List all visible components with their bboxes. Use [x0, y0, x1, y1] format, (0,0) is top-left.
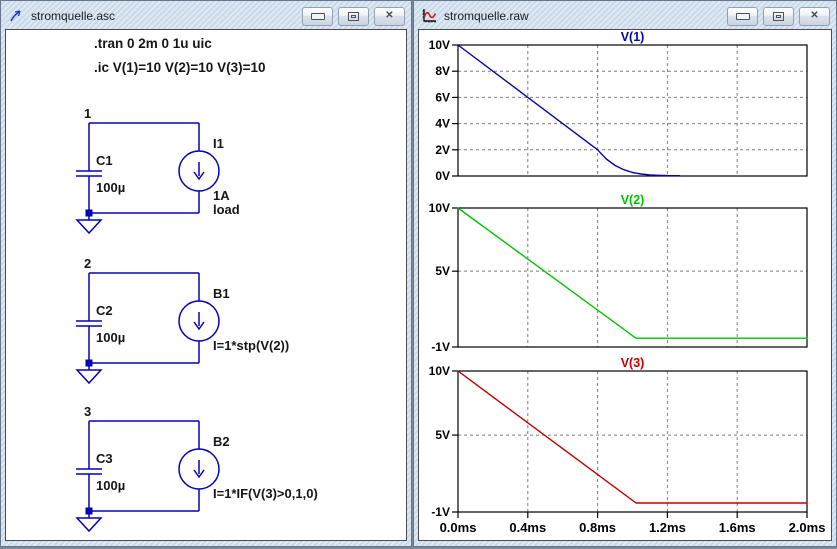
plot-frame [457, 44, 808, 177]
source-value: I=1*IF(V(3)>0,1,0) [213, 486, 318, 501]
circuit-3: 3 C3 100µ B2 I=1*IF(V(3)>0,1,0) [75, 404, 318, 533]
y-tick-label: 10V [429, 364, 450, 378]
trace-title: V(1) [621, 30, 645, 44]
circuit-1: 1 C1 100µ I1 1Aload [75, 106, 240, 235]
plot-frame [457, 370, 808, 513]
plot-panel-V(3)[interactable]: V(3) -1V 5V 10V 0.0ms 0.4ms 0.8ms 1.2ms 1.6ms 2.0… [429, 356, 826, 535]
source-name: I1 [213, 136, 224, 151]
x-tick-label: 0.0ms [440, 520, 477, 535]
minimize-icon [735, 12, 750, 20]
source-name: B2 [213, 434, 230, 449]
waveform-window-controls: ✕ [727, 6, 830, 26]
x-tick-label: 1.2ms [649, 520, 686, 535]
capacitor-name: C2 [96, 303, 113, 318]
waveform-canvas[interactable]: V(1) 0V 2V 4V 6V 8V 10V V(2) -1V 5V 10V V(3) -1V 5V 10… [418, 29, 832, 541]
schematic-window-controls: ✕ [302, 6, 405, 26]
y-tick-label: 0V [435, 169, 450, 183]
close-icon: ✕ [810, 10, 819, 21]
schematic-titlebar[interactable]: stromquelle.asc ✕ [1, 1, 411, 29]
schematic-restore-button[interactable] [338, 6, 369, 26]
node-label: 1 [84, 106, 91, 121]
waveform-app-icon [421, 8, 438, 24]
spice-directive: .tran 0 2m 0 1u uic [94, 36, 212, 51]
y-tick-label: 2V [435, 143, 450, 157]
x-tick-label: 0.4ms [509, 520, 546, 535]
circuit-2: 2 C2 100µ B1 I=1*stp(V(2)) [75, 256, 289, 385]
schematic-drawing: .tran 0 2m 0 1u uic .ic V(1)=10 V(2)=10 V… [75, 36, 318, 533]
x-tick-label: 0.8ms [579, 520, 616, 535]
waveform-restore-button[interactable] [763, 6, 794, 26]
y-tick-label: 10V [429, 201, 450, 215]
waveform-titlebar[interactable]: stromquelle.raw ✕ [414, 1, 836, 29]
schematic-canvas[interactable]: .tran 0 2m 0 1u uic .ic V(1)=10 V(2)=10 V… [5, 29, 407, 541]
source-extra-label: load [213, 202, 240, 217]
trace-V(2) [457, 207, 808, 339]
y-tick-label: 4V [435, 117, 450, 131]
waveform-minimize-button[interactable] [727, 6, 758, 26]
plot-frame [457, 207, 808, 348]
y-tick-label: 10V [429, 38, 450, 52]
source-value: I=1*stp(V(2)) [213, 338, 289, 353]
schematic-window-title: stromquelle.asc [31, 9, 116, 23]
x-tick-label: 2.0ms [789, 520, 826, 535]
waveform-window-title: stromquelle.raw [444, 9, 529, 23]
capacitor-value: 100µ [96, 478, 125, 493]
waveform-drawing: V(1) 0V 2V 4V 6V 8V 10V V(2) -1V 5V 10V V(3) -1V 5V 10… [429, 30, 826, 535]
capacitor-name: C1 [96, 153, 113, 168]
x-tick-label: 1.6ms [719, 520, 756, 535]
y-tick-label: -1V [431, 505, 450, 519]
trace-title: V(2) [621, 193, 645, 207]
trace-V(1) [457, 44, 681, 177]
trace-V(3) [457, 370, 808, 504]
plot-panel-V(1)[interactable]: V(1) 0V 2V 4V 6V 8V 10V [429, 30, 808, 183]
ground-symbol [75, 517, 103, 533]
schematic-close-button[interactable]: ✕ [374, 6, 405, 26]
restore-icon [348, 11, 359, 21]
waveform-window[interactable]: stromquelle.raw ✕ V(1) 0V 2V 4V 6V 8V 10V V(2) -… [413, 0, 837, 547]
spice-directive: .ic V(1)=10 V(2)=10 V(3)=10 [94, 60, 265, 75]
trace-title: V(3) [621, 356, 645, 370]
y-tick-label: -1V [431, 340, 450, 354]
node-label: 3 [84, 404, 91, 419]
waveform-close-button[interactable]: ✕ [799, 6, 830, 26]
schematic-app-icon [8, 8, 25, 24]
plot-panel-V(2)[interactable]: V(2) -1V 5V 10V [429, 193, 808, 354]
y-tick-label: 6V [435, 90, 450, 104]
source-value: 1A [213, 188, 230, 203]
capacitor-value: 100µ [96, 330, 125, 345]
source-name: B1 [213, 286, 230, 301]
ground-symbol [75, 369, 103, 385]
y-tick-label: 5V [435, 264, 450, 278]
ground-symbol [75, 219, 103, 235]
y-tick-label: 5V [435, 428, 450, 442]
restore-icon [773, 11, 784, 21]
schematic-minimize-button[interactable] [302, 6, 333, 26]
y-tick-label: 8V [435, 64, 450, 78]
schematic-window[interactable]: stromquelle.asc ✕ .tran 0 2m 0 1u uic .ic… [0, 0, 412, 547]
desktop: { "windows": { "schematic": { "title": "… [0, 0, 837, 549]
close-icon: ✕ [385, 10, 394, 21]
minimize-icon [310, 12, 325, 20]
capacitor-value: 100µ [96, 180, 125, 195]
node-label: 2 [84, 256, 91, 271]
capacitor-name: C3 [96, 451, 113, 466]
